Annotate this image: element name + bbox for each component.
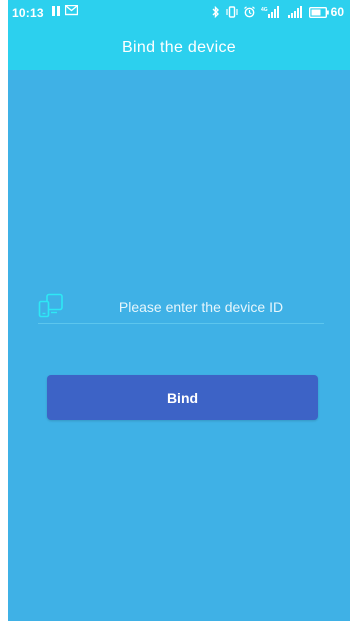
vibrate-icon bbox=[226, 6, 238, 18]
status-bar: 10:13 4G 60 bbox=[8, 0, 350, 28]
battery-level: 60 bbox=[330, 5, 344, 19]
svg-text:4G: 4G bbox=[261, 7, 268, 13]
signal-icon bbox=[287, 6, 302, 18]
signal-icon: 4G bbox=[261, 6, 279, 18]
app-header: Bind the device bbox=[8, 28, 350, 70]
pause-icon bbox=[52, 5, 60, 16]
status-left-icons bbox=[52, 5, 78, 16]
page-title: Bind the device bbox=[122, 39, 236, 56]
alarm-icon bbox=[243, 6, 255, 18]
status-right-icons: 4G 60 bbox=[212, 5, 344, 19]
bind-button[interactable]: Bind bbox=[47, 375, 318, 420]
bluetooth-icon bbox=[212, 6, 219, 18]
status-time: 10:13 bbox=[12, 6, 44, 20]
devices-icon bbox=[38, 293, 63, 318]
battery-indicator: 60 bbox=[308, 5, 344, 19]
device-id-input[interactable] bbox=[78, 295, 324, 319]
battery-icon bbox=[308, 6, 329, 18]
device-id-row bbox=[38, 290, 324, 325]
input-underline bbox=[38, 323, 324, 324]
message-icon bbox=[65, 5, 78, 16]
app-screen: 10:13 4G 60 Bind the device Please enter… bbox=[8, 0, 350, 621]
